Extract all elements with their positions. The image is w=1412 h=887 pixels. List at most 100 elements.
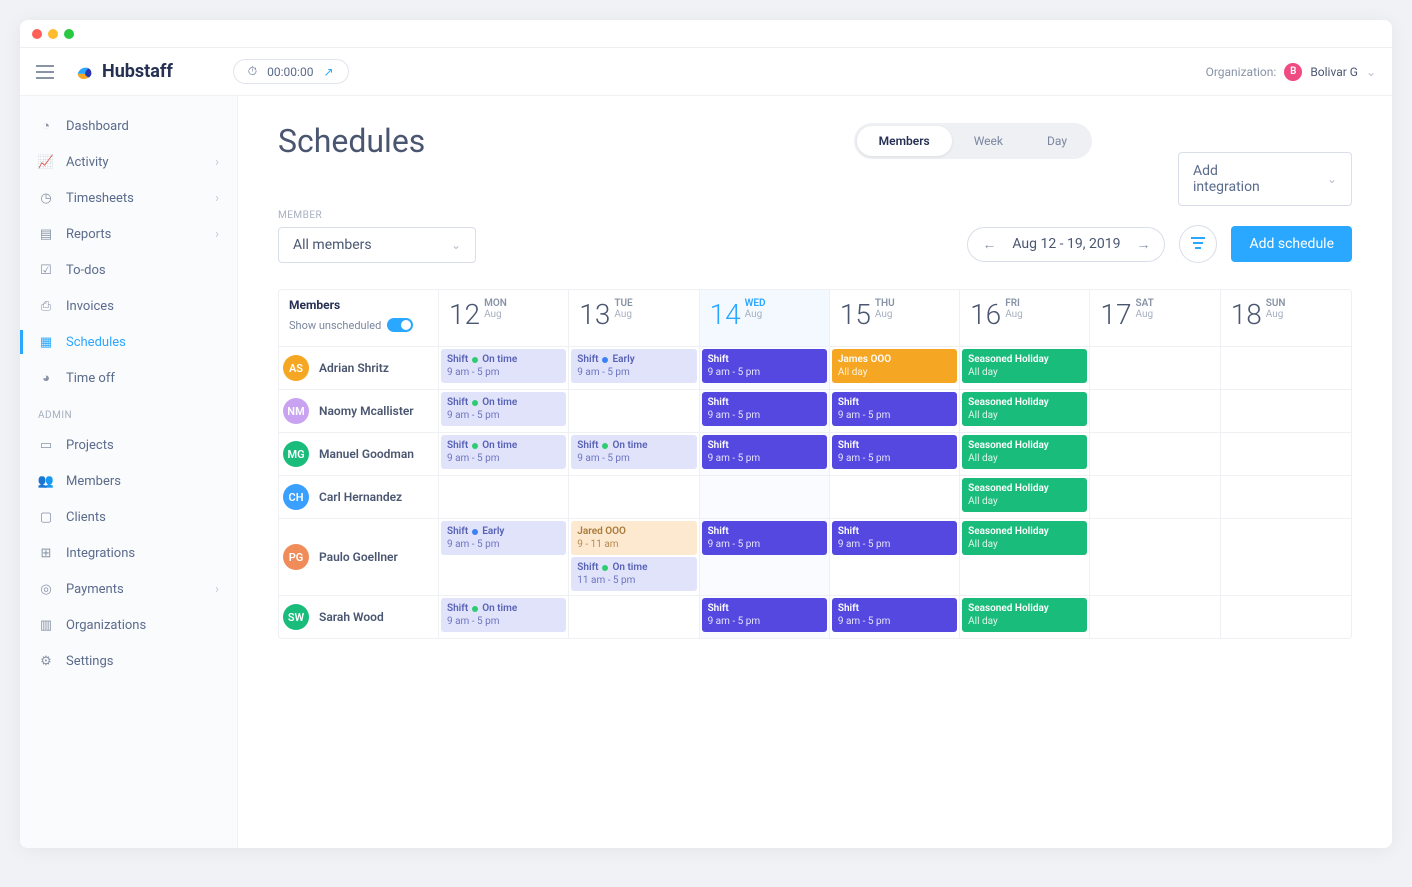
schedule-cell[interactable]: [1090, 519, 1220, 595]
schedule-cell[interactable]: [700, 476, 830, 518]
schedule-chip[interactable]: Shift On time9 am - 5 pm: [441, 598, 566, 632]
schedule-chip[interactable]: Seasoned Holiday All day: [962, 478, 1087, 512]
schedule-chip[interactable]: Seasoned Holiday All day: [962, 435, 1087, 469]
schedule-cell[interactable]: Seasoned Holiday All day: [960, 476, 1090, 518]
member-cell[interactable]: ASAdrian Shritz: [279, 347, 439, 389]
view-tab-members[interactable]: Members: [857, 126, 952, 156]
member-cell[interactable]: NMNaomy Mcallister: [279, 390, 439, 432]
minimize-dot[interactable]: [48, 29, 58, 39]
schedule-chip[interactable]: Shift On time9 am - 5 pm: [441, 435, 566, 469]
add-schedule-button[interactable]: Add schedule: [1231, 226, 1352, 262]
sidebar-item-organizations[interactable]: ▥Organizations: [20, 607, 237, 643]
schedule-chip[interactable]: Seasoned Holiday All day: [962, 349, 1087, 383]
sidebar-item-reports[interactable]: ▤Reports›: [20, 216, 237, 252]
date-range-picker[interactable]: ← Aug 12 - 19, 2019 →: [967, 227, 1165, 262]
member-cell[interactable]: SWSarah Wood: [279, 596, 439, 638]
schedule-chip[interactable]: Shift On time9 am - 5 pm: [571, 435, 696, 469]
schedule-cell[interactable]: Shift On time9 am - 5 pm: [439, 390, 569, 432]
schedule-chip[interactable]: Shift On time9 am - 5 pm: [441, 349, 566, 383]
member-cell[interactable]: CHCarl Hernandez: [279, 476, 439, 518]
schedule-cell[interactable]: Seasoned Holiday All day: [960, 596, 1090, 638]
schedule-cell[interactable]: Seasoned Holiday All day: [960, 347, 1090, 389]
schedule-chip[interactable]: Shift 9 am - 5 pm: [702, 598, 827, 632]
view-tab-day[interactable]: Day: [1025, 126, 1089, 156]
schedule-cell[interactable]: [1221, 476, 1351, 518]
schedule-chip[interactable]: Seasoned Holiday All day: [962, 521, 1087, 555]
brand-logo[interactable]: Hubstaff: [74, 61, 173, 83]
sidebar-item-projects[interactable]: ▭Projects: [20, 427, 237, 463]
member-cell[interactable]: PGPaulo Goellner: [279, 519, 439, 595]
schedule-cell[interactable]: [1221, 519, 1351, 595]
schedule-chip[interactable]: Shift Early9 am - 5 pm: [571, 349, 696, 383]
sidebar-item-activity[interactable]: 📈Activity›: [20, 144, 237, 180]
schedule-cell[interactable]: Shift 9 am - 5 pm: [700, 433, 830, 475]
schedule-chip[interactable]: Shift 9 am - 5 pm: [702, 392, 827, 426]
schedule-cell[interactable]: [1090, 347, 1220, 389]
schedule-cell[interactable]: James OOO All day: [830, 347, 960, 389]
schedule-cell[interactable]: Shift 9 am - 5 pm: [700, 347, 830, 389]
maximize-dot[interactable]: [64, 29, 74, 39]
schedule-cell[interactable]: Shift On time9 am - 5 pm: [439, 347, 569, 389]
schedule-chip[interactable]: Shift 9 am - 5 pm: [702, 349, 827, 383]
schedule-cell[interactable]: [439, 476, 569, 518]
show-unscheduled-toggle[interactable]: [387, 318, 413, 332]
schedule-cell[interactable]: [1090, 596, 1220, 638]
schedule-chip[interactable]: Shift 9 am - 5 pm: [702, 521, 827, 555]
view-tab-week[interactable]: Week: [952, 126, 1025, 156]
sidebar-item-timesheets[interactable]: ◷Timesheets›: [20, 180, 237, 216]
schedule-cell[interactable]: Seasoned Holiday All day: [960, 390, 1090, 432]
schedule-cell[interactable]: Shift Early9 am - 5 pm: [439, 519, 569, 595]
sidebar-item-time-off[interactable]: ◕Time off: [20, 360, 237, 396]
sidebar-item-to-dos[interactable]: ☑To-dos: [20, 252, 237, 288]
schedule-chip[interactable]: Seasoned Holiday All day: [962, 598, 1087, 632]
schedule-cell[interactable]: [1221, 390, 1351, 432]
sidebar-item-clients[interactable]: ▢Clients: [20, 499, 237, 535]
schedule-cell[interactable]: Shift Early9 am - 5 pm: [569, 347, 699, 389]
schedule-cell[interactable]: [1221, 433, 1351, 475]
schedule-chip[interactable]: Shift 9 am - 5 pm: [832, 435, 957, 469]
schedule-chip[interactable]: Jared OOO 9 - 11 am: [571, 521, 696, 555]
sidebar-item-schedules[interactable]: ▦Schedules: [20, 324, 237, 360]
schedule-cell[interactable]: [1221, 347, 1351, 389]
schedule-cell[interactable]: [1221, 596, 1351, 638]
schedule-cell[interactable]: Seasoned Holiday All day: [960, 519, 1090, 595]
sidebar-item-settings[interactable]: ⚙Settings: [20, 643, 237, 679]
sidebar-item-members[interactable]: 👥Members: [20, 463, 237, 499]
filter-button[interactable]: [1179, 225, 1217, 263]
schedule-cell[interactable]: [1090, 433, 1220, 475]
schedule-cell[interactable]: [569, 476, 699, 518]
schedule-chip[interactable]: Shift On time11 am - 5 pm: [571, 557, 696, 591]
schedule-cell[interactable]: Shift On time9 am - 5 pm: [439, 433, 569, 475]
schedule-cell[interactable]: Shift On time9 am - 5 pm: [439, 596, 569, 638]
schedule-cell[interactable]: [569, 390, 699, 432]
schedule-cell[interactable]: Shift On time9 am - 5 pm: [569, 433, 699, 475]
sidebar-item-invoices[interactable]: ⎙Invoices: [20, 288, 237, 324]
schedule-cell[interactable]: [1090, 476, 1220, 518]
schedule-cell[interactable]: Shift 9 am - 5 pm: [700, 519, 830, 595]
sidebar-item-payments[interactable]: ◎Payments›: [20, 571, 237, 607]
schedule-cell[interactable]: Shift 9 am - 5 pm: [830, 433, 960, 475]
schedule-cell[interactable]: Shift 9 am - 5 pm: [830, 390, 960, 432]
member-filter-select[interactable]: All members ⌄: [278, 227, 476, 263]
schedule-cell[interactable]: Shift 9 am - 5 pm: [830, 596, 960, 638]
schedule-cell[interactable]: Jared OOO 9 - 11 amShift On time11 am - …: [569, 519, 699, 595]
schedule-cell[interactable]: Seasoned Holiday All day: [960, 433, 1090, 475]
schedule-cell[interactable]: [569, 596, 699, 638]
schedule-chip[interactable]: Shift 9 am - 5 pm: [832, 392, 957, 426]
schedule-chip[interactable]: Shift Early9 am - 5 pm: [441, 521, 566, 555]
next-week-icon[interactable]: →: [1136, 236, 1150, 253]
schedule-cell[interactable]: [830, 476, 960, 518]
sidebar-item-dashboard[interactable]: ◔Dashboard: [20, 108, 237, 144]
schedule-cell[interactable]: Shift 9 am - 5 pm: [700, 390, 830, 432]
schedule-chip[interactable]: Shift On time9 am - 5 pm: [441, 392, 566, 426]
member-cell[interactable]: MGManuel Goodman: [279, 433, 439, 475]
schedule-chip[interactable]: Seasoned Holiday All day: [962, 392, 1087, 426]
schedule-chip[interactable]: Shift 9 am - 5 pm: [832, 521, 957, 555]
prev-week-icon[interactable]: ←: [982, 236, 996, 253]
schedule-chip[interactable]: Shift 9 am - 5 pm: [832, 598, 957, 632]
schedule-chip[interactable]: Shift 9 am - 5 pm: [702, 435, 827, 469]
sidebar-item-integrations[interactable]: ⊞Integrations: [20, 535, 237, 571]
schedule-cell[interactable]: [1090, 390, 1220, 432]
schedule-cell[interactable]: Shift 9 am - 5 pm: [830, 519, 960, 595]
menu-toggle-icon[interactable]: [36, 65, 54, 79]
